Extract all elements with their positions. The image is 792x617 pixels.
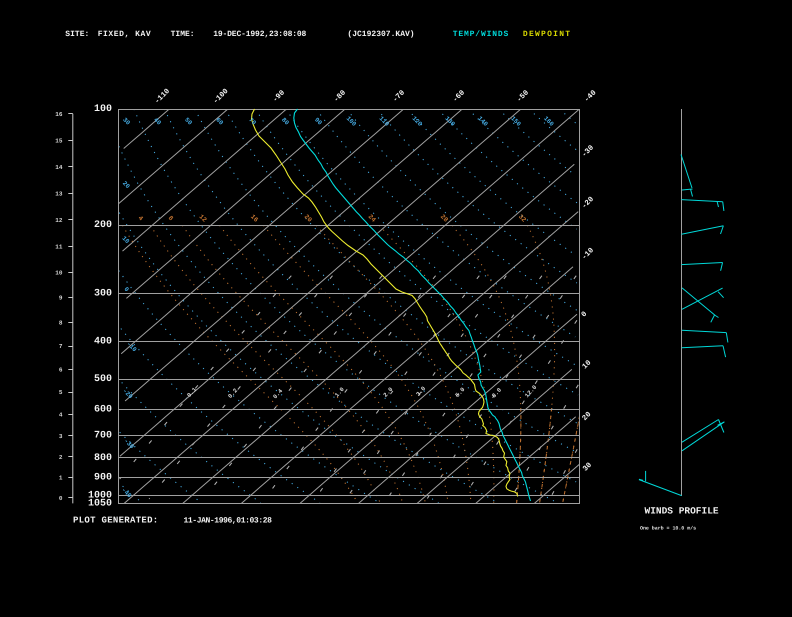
svg-text:700: 700 [94,431,112,442]
svg-text:100: 100 [94,104,112,115]
svg-text:TIME:: TIME: [171,30,195,39]
svg-text:TEMP/WINDS: TEMP/WINDS [453,30,510,39]
svg-text:1: 1 [59,475,63,482]
svg-text:One barb = 10.0 m/s: One barb = 10.0 m/s [640,526,696,532]
svg-text:5: 5 [59,389,63,396]
svg-text:14: 14 [55,164,63,171]
svg-text:600: 600 [94,405,112,416]
svg-text:3: 3 [59,433,63,440]
svg-text:SITE:: SITE: [65,30,89,39]
svg-text:0: 0 [59,495,63,502]
svg-text:19-DEC-1992,23:08:08: 19-DEC-1992,23:08:08 [213,30,306,39]
svg-text:WINDS PROFILE: WINDS PROFILE [645,506,719,517]
svg-text:13: 13 [55,190,63,197]
svg-text:800: 800 [94,453,112,464]
svg-text:8: 8 [59,319,63,326]
svg-text:900: 900 [94,473,112,484]
svg-text:7: 7 [59,343,63,350]
svg-text:(JC192307.KAV): (JC192307.KAV) [347,30,414,39]
svg-text:2: 2 [59,454,63,461]
svg-text:1050: 1050 [88,499,112,510]
svg-text:12: 12 [55,217,63,224]
svg-text:200: 200 [94,220,112,231]
svg-text:PLOT GENERATED:: PLOT GENERATED: [73,516,159,526]
svg-text:400: 400 [94,337,112,348]
svg-text:11-JAN-1996,01:03:28: 11-JAN-1996,01:03:28 [184,517,273,526]
svg-text:300: 300 [94,288,112,299]
svg-text:11: 11 [55,243,63,250]
svg-text:DEWPOINT: DEWPOINT [523,30,571,39]
svg-text:15: 15 [55,137,63,144]
svg-text:9: 9 [59,295,63,302]
svg-text:500: 500 [94,374,112,385]
svg-text:FIXED, KAV: FIXED, KAV [98,30,152,39]
svg-text:16: 16 [55,111,63,118]
svg-text:4: 4 [59,411,63,418]
svg-text:10: 10 [55,269,63,276]
svg-text:6: 6 [59,367,63,374]
